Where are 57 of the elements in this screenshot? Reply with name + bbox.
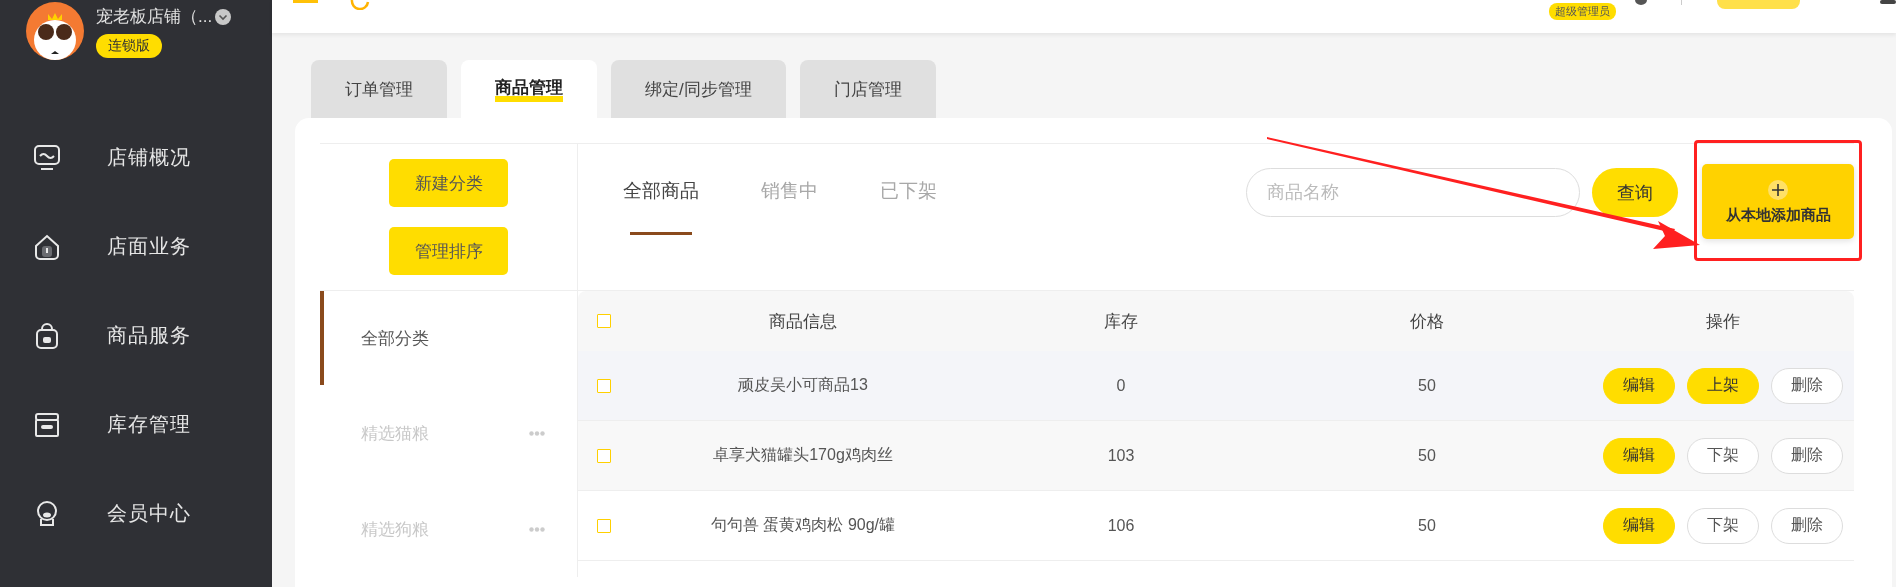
plus-icon: [1767, 178, 1789, 201]
table-cell-text: 句句兽 蛋黄鸡肉松 90g/罐: [710, 515, 896, 535]
table-cell-text: 卓享犬猫罐头170g鸡肉丝: [712, 445, 894, 465]
table-cell-text: 106: [1106, 516, 1136, 535]
table-cell-text: 50: [1417, 516, 1437, 535]
edition-badge: 连锁版: [96, 34, 162, 58]
monitor-icon: [33, 143, 61, 172]
checkbox[interactable]: [597, 378, 611, 393]
action-button[interactable]: 编辑: [1603, 437, 1675, 474]
action-button[interactable]: 删除: [1771, 507, 1843, 544]
upgrade-button[interactable]: [1717, 0, 1800, 9]
nav-item[interactable]: 库存管理: [0, 380, 272, 469]
column-header: 操作: [1705, 310, 1741, 333]
house-icon: [33, 232, 61, 261]
tab[interactable]: 订单管理: [311, 60, 447, 118]
tab-underline: [630, 232, 692, 235]
table-cell-text: 50: [1417, 446, 1437, 465]
more-icon[interactable]: [529, 430, 545, 436]
action-button[interactable]: 上架: [1687, 367, 1759, 404]
checkbox[interactable]: [597, 518, 611, 533]
bag-icon: [33, 321, 61, 350]
action-button[interactable]: 编辑: [1603, 367, 1675, 404]
category-button[interactable]: 管理排序: [389, 227, 508, 275]
table-cell-text: 0: [1115, 376, 1127, 395]
action-button[interactable]: 编辑: [1603, 507, 1675, 544]
action-button[interactable]: 下架: [1687, 437, 1759, 474]
tab[interactable]: 绑定/同步管理: [611, 60, 786, 118]
nav-item[interactable]: 店面业务: [0, 202, 272, 291]
column-header: 商品信息: [768, 310, 838, 333]
action-button[interactable]: 删除: [1771, 367, 1843, 404]
search-field[interactable]: 商品名称: [1246, 168, 1580, 217]
more-icon[interactable]: [529, 526, 545, 532]
table-cell-text: 103: [1106, 446, 1136, 465]
checkbox[interactable]: [597, 314, 611, 328]
tab[interactable]: 门店管理: [799, 60, 936, 118]
store-name[interactable]: 宠老板店铺（...: [96, 5, 213, 28]
table-cell-text: 50: [1417, 376, 1437, 395]
role-badge: 超级管理员: [1549, 3, 1616, 20]
action-button[interactable]: 删除: [1771, 437, 1843, 474]
category-button[interactable]: 新建分类: [389, 159, 508, 207]
nav-item[interactable]: 店铺概况: [0, 113, 272, 202]
menu-icon[interactable]: [293, 0, 318, 3]
nav-item[interactable]: 商品服务: [0, 291, 272, 380]
table-cell-text: 顽皮吴小可商品13: [737, 375, 869, 395]
refresh-icon[interactable]: [350, 0, 370, 10]
add-product-button[interactable]: 从本地添加商品: [1702, 164, 1854, 239]
avatar-icon: [26, 2, 84, 60]
chevron-down-icon[interactable]: [215, 8, 232, 25]
status-tab[interactable]: 全部商品: [623, 166, 699, 204]
column-header: 价格: [1409, 310, 1445, 333]
action-button[interactable]: 下架: [1687, 507, 1759, 544]
checkbox[interactable]: [597, 448, 611, 463]
nav-item[interactable]: 会员中心: [0, 469, 272, 558]
column-header: 库存: [1103, 310, 1139, 333]
box-icon: [33, 410, 61, 439]
tab[interactable]: 商品管理: [461, 60, 597, 118]
search-button[interactable]: 查询: [1592, 168, 1678, 217]
